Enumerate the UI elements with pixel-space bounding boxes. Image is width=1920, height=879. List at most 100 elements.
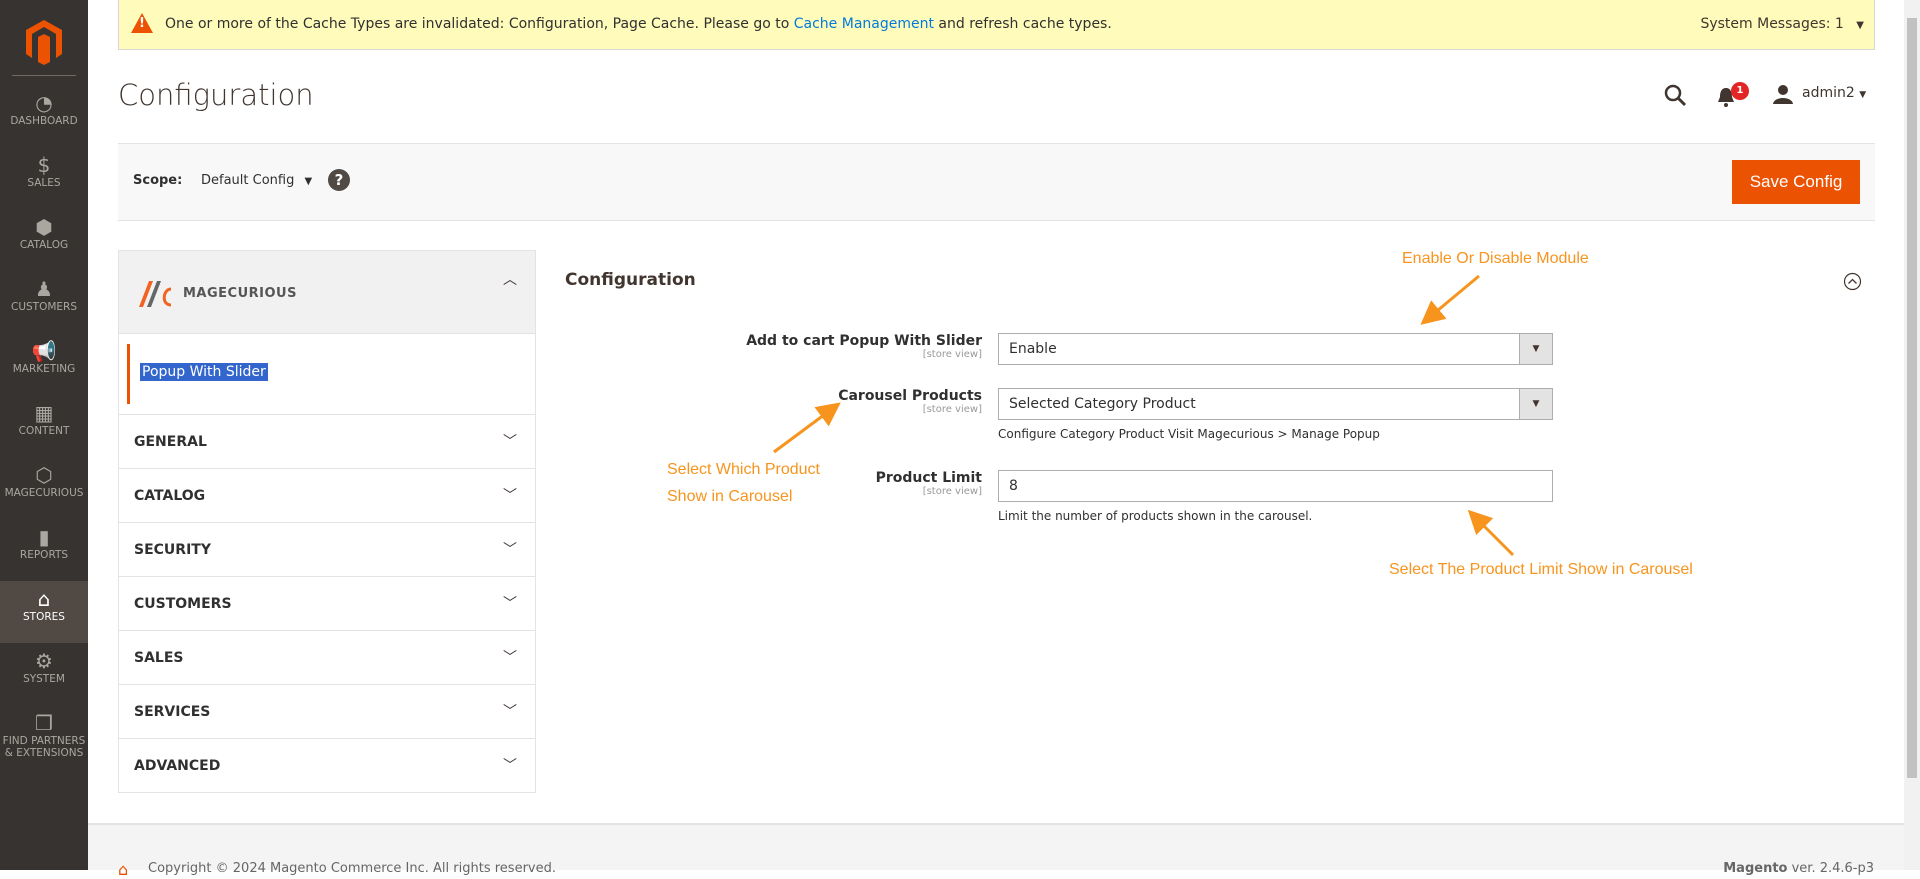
scope-hint: [store view]	[922, 404, 982, 415]
field-note: Limit the number of products shown in th…	[998, 509, 1313, 523]
sidebar-item-dashboard[interactable]: ◔ DASHBOARD	[0, 85, 88, 147]
sidebar-item-reports[interactable]: ▮ REPORTS	[0, 519, 88, 581]
layout-icon: ▦	[34, 401, 54, 425]
page-title: Configuration	[118, 78, 314, 112]
chevron-down-icon: ▼	[1859, 90, 1867, 100]
section-label: GENERAL	[134, 434, 207, 450]
section-catalog[interactable]: CATALOG ﹀	[119, 468, 535, 522]
system-messages-label: System Messages: 1	[1700, 16, 1844, 32]
input-value: 8	[1009, 478, 1018, 494]
sidebar-item-label: CONTENT	[18, 425, 70, 437]
sidebar-item-magecurious[interactable]: ⬡ MAGECURIOUS	[0, 457, 88, 519]
sidebar-item-label: & EXTENSIONS	[4, 747, 84, 759]
collapse-icon[interactable]	[1843, 272, 1862, 291]
hexagon-icon: ⬡	[35, 463, 53, 487]
sidebar-item-label: SALES	[27, 177, 61, 189]
chevron-down-icon: ▼	[304, 176, 313, 187]
chevron-down-icon: ﹀	[503, 650, 517, 666]
chevron-down-icon: ﹀	[503, 758, 517, 774]
tab-popup-with-slider[interactable]: Popup With Slider	[127, 344, 535, 404]
chevron-down-icon: ﹀	[503, 542, 517, 558]
scrollbar-thumb[interactable]	[1907, 18, 1917, 778]
tab-label: Popup With Slider	[140, 363, 268, 381]
user-icon	[1773, 85, 1793, 104]
sidebar-divider	[12, 75, 76, 76]
chevron-down-icon: ﹀	[503, 704, 517, 720]
scope-value: Default Config	[201, 173, 295, 188]
annotation-enable: Enable Or Disable Module	[1402, 250, 1589, 267]
scope-label: Scope:	[133, 173, 183, 188]
annotation-which-1: Select Which Product	[667, 461, 820, 478]
magento-logo-icon[interactable]	[22, 18, 66, 66]
select-value: Selected Category Product	[1009, 396, 1196, 412]
admin-sidebar: ◔ DASHBOARD $ SALES ⬢ CATALOG ♟ CUSTOMERS 📢 MARKE…	[0, 0, 88, 870]
system-messages-toggle[interactable]: System Messages: 1 ▼	[1700, 0, 1864, 50]
sidebar-item-system[interactable]: ⚙ SYSTEM	[0, 643, 88, 705]
section-advanced[interactable]: ADVANCED ﹀	[119, 738, 535, 792]
field-note: Configure Category Product Visit Magecur…	[998, 427, 1380, 441]
search-icon[interactable]	[1663, 83, 1687, 107]
sidebar-item-customers[interactable]: ♟ CUSTOMERS	[0, 271, 88, 333]
popup-enable-select[interactable]: Enable ▼	[998, 333, 1553, 365]
select-value: Enable	[1009, 341, 1057, 357]
chevron-up-icon: ︿	[503, 272, 517, 288]
magecurious-tab-header[interactable]: MAGECURIOUS ︿	[119, 251, 535, 334]
section-label: SERVICES	[134, 704, 211, 720]
sidebar-item-label: MAGECURIOUS	[4, 487, 84, 499]
section-label: SALES	[134, 650, 184, 666]
chevron-down-icon: ▼	[1519, 389, 1552, 419]
section-general[interactable]: GENERAL ﹀	[119, 414, 535, 468]
cubes-icon: ❒	[35, 711, 53, 735]
sidebar-item-catalog[interactable]: ⬢ CATALOG	[0, 209, 88, 271]
chevron-down-icon: ﹀	[503, 488, 517, 504]
sidebar-item-label: STORES	[23, 611, 65, 623]
field-label-popup: Add to cart Popup With Slider [store view…	[562, 333, 982, 360]
scope-hint: [store view]	[922, 349, 982, 360]
sidebar-item-label: DASHBOARD	[10, 115, 78, 127]
sidebar-item-sales[interactable]: $ SALES	[0, 147, 88, 209]
bar-chart-icon: ▮	[38, 525, 50, 549]
username: admin2	[1802, 85, 1855, 101]
section-services[interactable]: SERVICES ﹀	[119, 684, 535, 738]
gear-icon: ⚙	[35, 649, 53, 673]
dollar-icon: $	[37, 153, 51, 177]
section-security[interactable]: SECURITY ﹀	[119, 522, 535, 576]
save-config-button[interactable]: Save Config	[1732, 160, 1860, 204]
section-label: SECURITY	[134, 542, 211, 558]
arrow-icon	[1420, 274, 1480, 325]
product-limit-input[interactable]: 8	[998, 470, 1553, 502]
arrow-icon	[1467, 509, 1515, 557]
scrollbar[interactable]	[1904, 0, 1920, 870]
chevron-down-icon: ▼	[1856, 20, 1864, 31]
dashboard-icon: ◔	[35, 91, 53, 115]
scope-switcher[interactable]: Default Config ▼	[201, 173, 312, 188]
person-icon: ♟	[35, 277, 53, 301]
system-message-bar: One or more of the Cache Types are inval…	[118, 0, 1875, 50]
user-menu[interactable]: admin2 ▼	[1802, 85, 1866, 101]
help-icon[interactable]: ?	[328, 169, 350, 191]
section-customers[interactable]: CUSTOMERS ﹀	[119, 576, 535, 630]
annotation-which-2: Show in Carousel	[667, 488, 793, 505]
section-label: ADVANCED	[134, 758, 221, 774]
message-text-after: and refresh cache types.	[933, 16, 1112, 32]
version: Magento ver. 2.4.6-p3	[1723, 861, 1874, 876]
brand-name: MAGECURIOUS	[183, 286, 297, 301]
footer: ⌂ Copyright © 2024 Magento Commerce Inc.…	[88, 823, 1904, 879]
sidebar-item-stores[interactable]: ⌂ STORES	[0, 581, 88, 643]
cache-management-link[interactable]: Cache Management	[794, 16, 934, 32]
section-sales[interactable]: SALES ﹀	[119, 630, 535, 684]
message-text: One or more of the Cache Types are inval…	[165, 16, 794, 32]
sidebar-item-label: CATALOG	[19, 239, 69, 251]
sidebar-item-label: MARKETING	[12, 363, 76, 375]
box-icon: ⬢	[35, 215, 53, 239]
sidebar-item-label: CUSTOMERS	[10, 301, 77, 313]
sidebar-item-content[interactable]: ▦ CONTENT	[0, 395, 88, 457]
sidebar-item-marketing[interactable]: 📢 MARKETING	[0, 333, 88, 395]
sidebar-item-find-partners[interactable]: ❒ FIND PARTNERS & EXTENSIONS	[0, 705, 88, 767]
megaphone-icon: 📢	[31, 339, 57, 363]
notification-badge[interactable]: 1	[1731, 82, 1749, 100]
chevron-down-icon: ﹀	[503, 434, 517, 450]
copyright: Copyright © 2024 Magento Commerce Inc. A…	[148, 861, 556, 876]
carousel-products-select[interactable]: Selected Category Product ▼	[998, 388, 1553, 420]
section-title: Configuration	[565, 270, 696, 290]
